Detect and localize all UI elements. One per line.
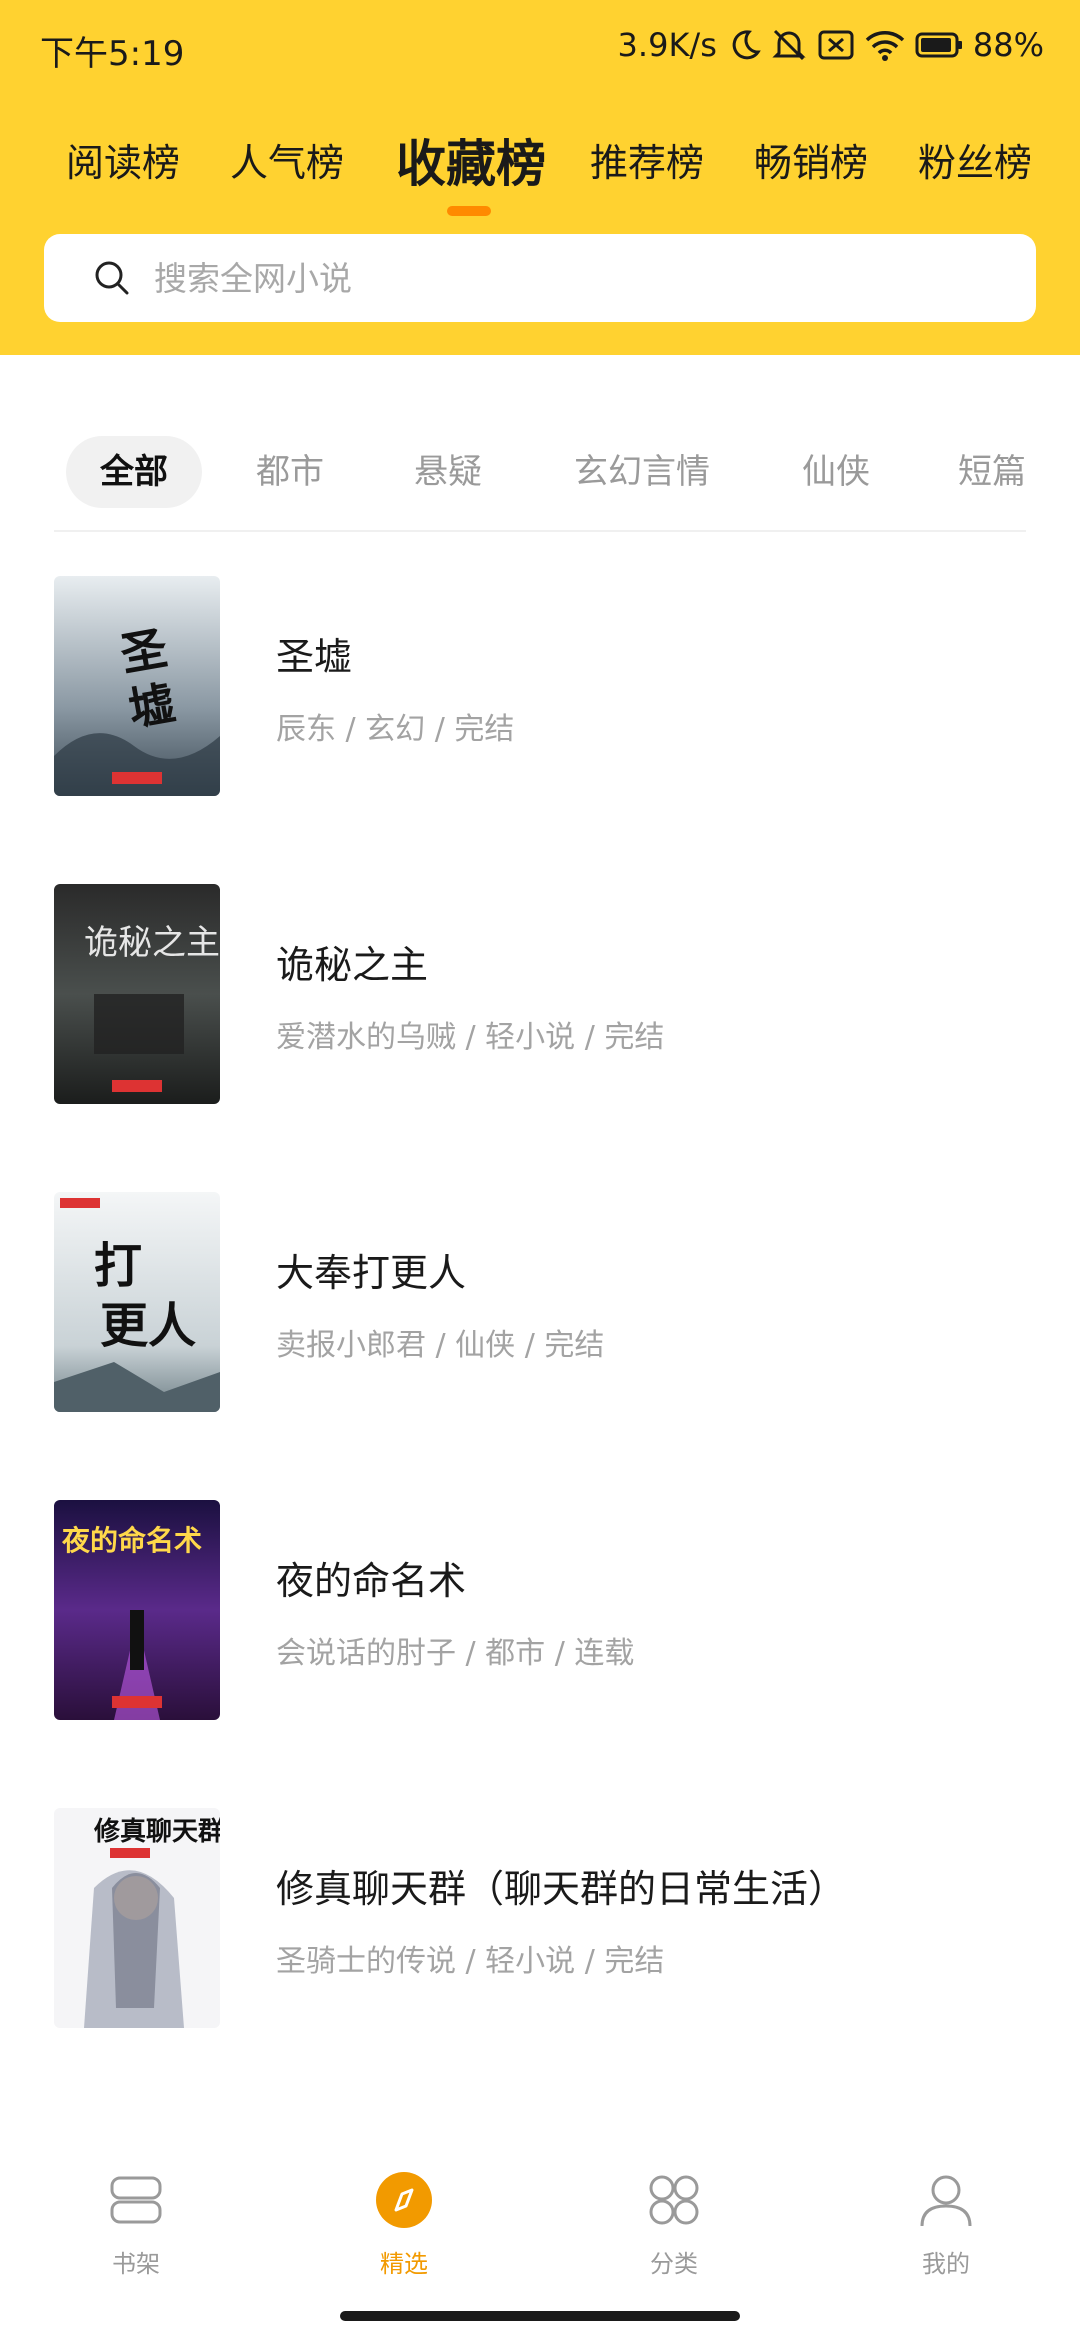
genre-chip-suspense[interactable]: 悬疑: [414, 436, 482, 508]
nav-label: 书架: [112, 2250, 160, 2278]
genre-chip-fantasy-romance[interactable]: 玄幻言情: [574, 436, 710, 508]
status-bar: 下午5:19 3.9K/s 88%: [0, 0, 1080, 96]
svg-text:圣: 圣: [117, 621, 172, 682]
compass-icon: [376, 2172, 432, 2228]
search-icon: [95, 261, 129, 295]
nav-profile[interactable]: 我的: [876, 2140, 1016, 2278]
category-icon: [649, 2175, 699, 2225]
book-item[interactable]: 诡秘之主 诡秘之主 爱潜水的乌贼 / 轻小说 / 完结: [0, 884, 1080, 1106]
tab-recommend-rank[interactable]: 推荐榜: [590, 132, 704, 187]
tab-fans-rank[interactable]: 粉丝榜: [918, 132, 1032, 187]
nav-featured[interactable]: 精选: [334, 2140, 474, 2278]
status-time: 下午5:19: [40, 34, 185, 74]
svg-text:修真聊天群: 修真聊天群: [93, 1816, 220, 1847]
bottom-nav: 书架 精选 分类 我的: [0, 2140, 1080, 2300]
home-indicator[interactable]: [340, 2311, 740, 2321]
genre-filter: 全部 都市 悬疑 玄幻言情 仙侠 短篇: [0, 436, 1080, 508]
nav-category[interactable]: 分类: [604, 2140, 744, 2278]
book-meta: 爱潜水的乌贼 / 轻小说 / 完结: [276, 1020, 665, 1055]
svg-text:打: 打: [94, 1238, 142, 1294]
book-title[interactable]: 大奉打更人: [276, 1242, 466, 1297]
genre-chip-short[interactable]: 短篇: [958, 436, 1026, 508]
svg-text:诡秘之主: 诡秘之主: [84, 923, 220, 963]
xiu-zhen-cover[interactable]: 修真聊天群: [54, 1808, 220, 2028]
status-icons: 3.9K/s 88%: [618, 26, 1044, 64]
nav-label: 精选: [380, 2250, 428, 2278]
book-meta: 卖报小郎君 / 仙侠 / 完结: [276, 1328, 605, 1363]
book-item[interactable]: 修真聊天群 修真聊天群（聊天群的日常生活） 圣骑士的传说 / 轻小说 / 完结: [0, 1808, 1080, 2030]
book-item[interactable]: 打 更人 大奉打更人 卖报小郎君 / 仙侠 / 完结: [0, 1192, 1080, 1414]
book-meta: 会说话的肘子 / 都市 / 连载: [276, 1636, 635, 1671]
active-tab-indicator: [447, 206, 491, 216]
tab-popularity-rank[interactable]: 人气榜: [230, 132, 344, 187]
genre-chip-xianxia[interactable]: 仙侠: [802, 436, 870, 508]
nav-label: 分类: [650, 2250, 698, 2278]
book-item[interactable]: 夜的命名术 夜的命名术 会说话的肘子 / 都市 / 连载: [0, 1500, 1080, 1722]
book-title[interactable]: 夜的命名术: [276, 1550, 466, 1605]
header: 下午5:19 3.9K/s 88% 阅读榜 人气榜 收藏榜 推荐榜 畅销榜 粉丝…: [0, 0, 1080, 355]
book-item[interactable]: 圣 墟 圣墟 辰东 / 玄幻 / 完结: [0, 576, 1080, 798]
nav-label: 我的: [922, 2250, 970, 2278]
battery-level: 88%: [972, 26, 1044, 64]
wifi-icon: [865, 28, 905, 62]
sheng-xu-cover[interactable]: 圣 墟: [54, 576, 220, 796]
gui-mi-zhi-zhu-cover[interactable]: 诡秘之主: [54, 884, 220, 1104]
ye-de-ming-ming-shu-cover[interactable]: 夜的命名术: [54, 1500, 220, 1720]
book-meta: 辰东 / 玄幻 / 完结: [276, 712, 515, 747]
svg-text:墟: 墟: [125, 676, 180, 737]
book-meta: 圣骑士的传说 / 轻小说 / 完结: [276, 1944, 665, 1979]
divider: [54, 530, 1026, 532]
network-speed: 3.9K/s: [617, 26, 717, 64]
da-feng-cover[interactable]: 打 更人: [54, 1192, 220, 1412]
genre-chip-all[interactable]: 全部: [66, 436, 202, 508]
rank-tabs: 阅读榜 人气榜 收藏榜 推荐榜 畅销榜 粉丝榜: [0, 118, 1080, 198]
bookshelf-icon: [110, 2176, 162, 2224]
search-input[interactable]: [154, 234, 994, 322]
sim-off-icon: [817, 28, 855, 62]
genre-chip-urban[interactable]: 都市: [256, 436, 324, 508]
moon-icon: [727, 28, 761, 62]
battery-icon: [915, 31, 963, 59]
mute-icon: [771, 27, 807, 63]
tab-bestseller-rank[interactable]: 畅销榜: [754, 132, 868, 187]
search-bar[interactable]: [44, 234, 1036, 322]
tab-reading-rank[interactable]: 阅读榜: [66, 132, 180, 187]
svg-text:更人: 更人: [100, 1298, 196, 1354]
profile-icon: [920, 2175, 972, 2227]
book-title[interactable]: 圣墟: [276, 626, 352, 681]
nav-bookshelf[interactable]: 书架: [66, 2140, 206, 2278]
book-title[interactable]: 诡秘之主: [276, 934, 428, 989]
tab-favorites-rank[interactable]: 收藏榜: [396, 124, 546, 196]
svg-text:夜的命名术: 夜的命名术: [61, 1524, 202, 1557]
book-title[interactable]: 修真聊天群（聊天群的日常生活）: [276, 1858, 846, 1913]
